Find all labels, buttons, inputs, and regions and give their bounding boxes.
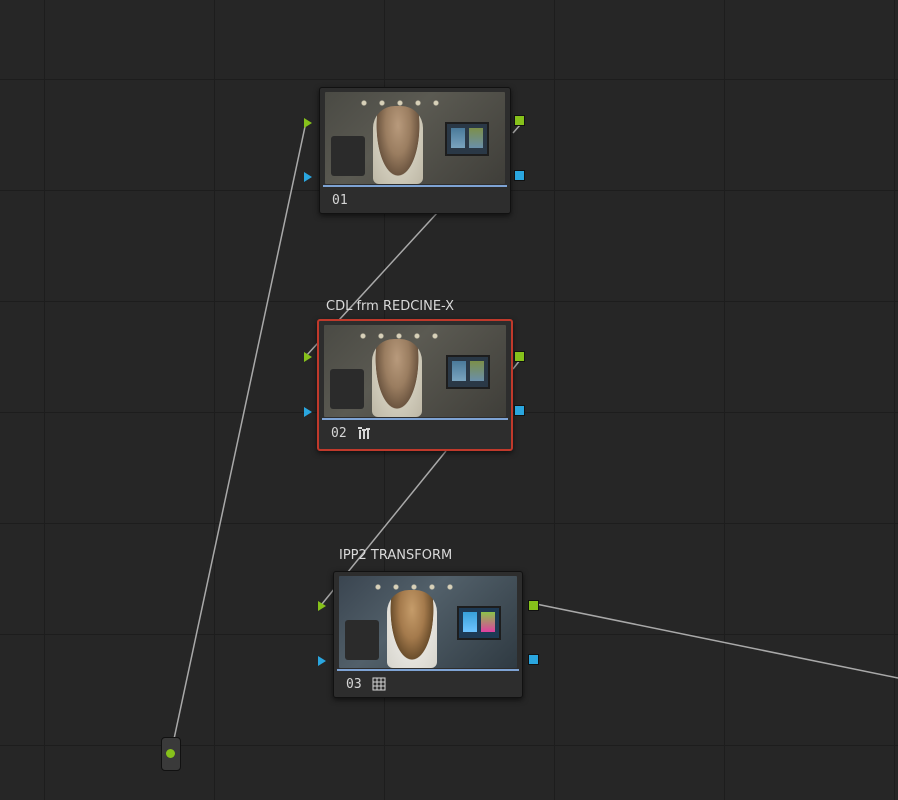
- node-02[interactable]: 02: [317, 319, 513, 451]
- lut-grid-icon: [372, 677, 386, 691]
- source-input-icon[interactable]: [166, 749, 175, 758]
- node-graph-canvas[interactable]: 01 CDL frm REDCINE-X 02 IPP2 TRANSFORM 0…: [0, 0, 898, 800]
- node-03-alpha-input[interactable]: [318, 656, 326, 666]
- connection-node-01-out-stub: [512, 124, 521, 134]
- node-03[interactable]: 03: [333, 571, 523, 698]
- node-thumbnail: [339, 576, 517, 668]
- node-01-alpha-input[interactable]: [304, 172, 312, 182]
- node-timeline-bar: [322, 418, 508, 420]
- node-thumbnail: [325, 92, 505, 184]
- connection-node-03-to-output: [535, 603, 898, 679]
- node-01-alpha-output[interactable]: [514, 170, 525, 181]
- node-02-alpha-output[interactable]: [514, 405, 525, 416]
- connection-source-to-node-01: [170, 121, 307, 754]
- node-number: 03: [346, 676, 362, 692]
- node-03-rgb-output[interactable]: [528, 600, 539, 611]
- node-02-label: CDL frm REDCINE-X: [326, 299, 455, 314]
- cdl-bars-icon: [357, 427, 370, 439]
- node-01[interactable]: 01: [319, 87, 511, 214]
- node-timeline-bar: [323, 185, 507, 187]
- node-01-rgb-input[interactable]: [304, 118, 312, 128]
- node-03-alpha-output[interactable]: [528, 654, 539, 665]
- node-02-rgb-input[interactable]: [304, 352, 312, 362]
- node-number: 01: [332, 192, 348, 208]
- node-01-rgb-output[interactable]: [514, 115, 525, 126]
- node-03-rgb-input[interactable]: [318, 601, 326, 611]
- node-thumbnail: [324, 325, 506, 417]
- node-03-label: IPP2 TRANSFORM: [339, 548, 453, 563]
- node-02-rgb-output[interactable]: [514, 351, 525, 362]
- source-input-node[interactable]: [161, 737, 181, 771]
- node-number: 02: [331, 425, 347, 441]
- node-timeline-bar: [337, 669, 519, 671]
- node-02-alpha-input[interactable]: [304, 407, 312, 417]
